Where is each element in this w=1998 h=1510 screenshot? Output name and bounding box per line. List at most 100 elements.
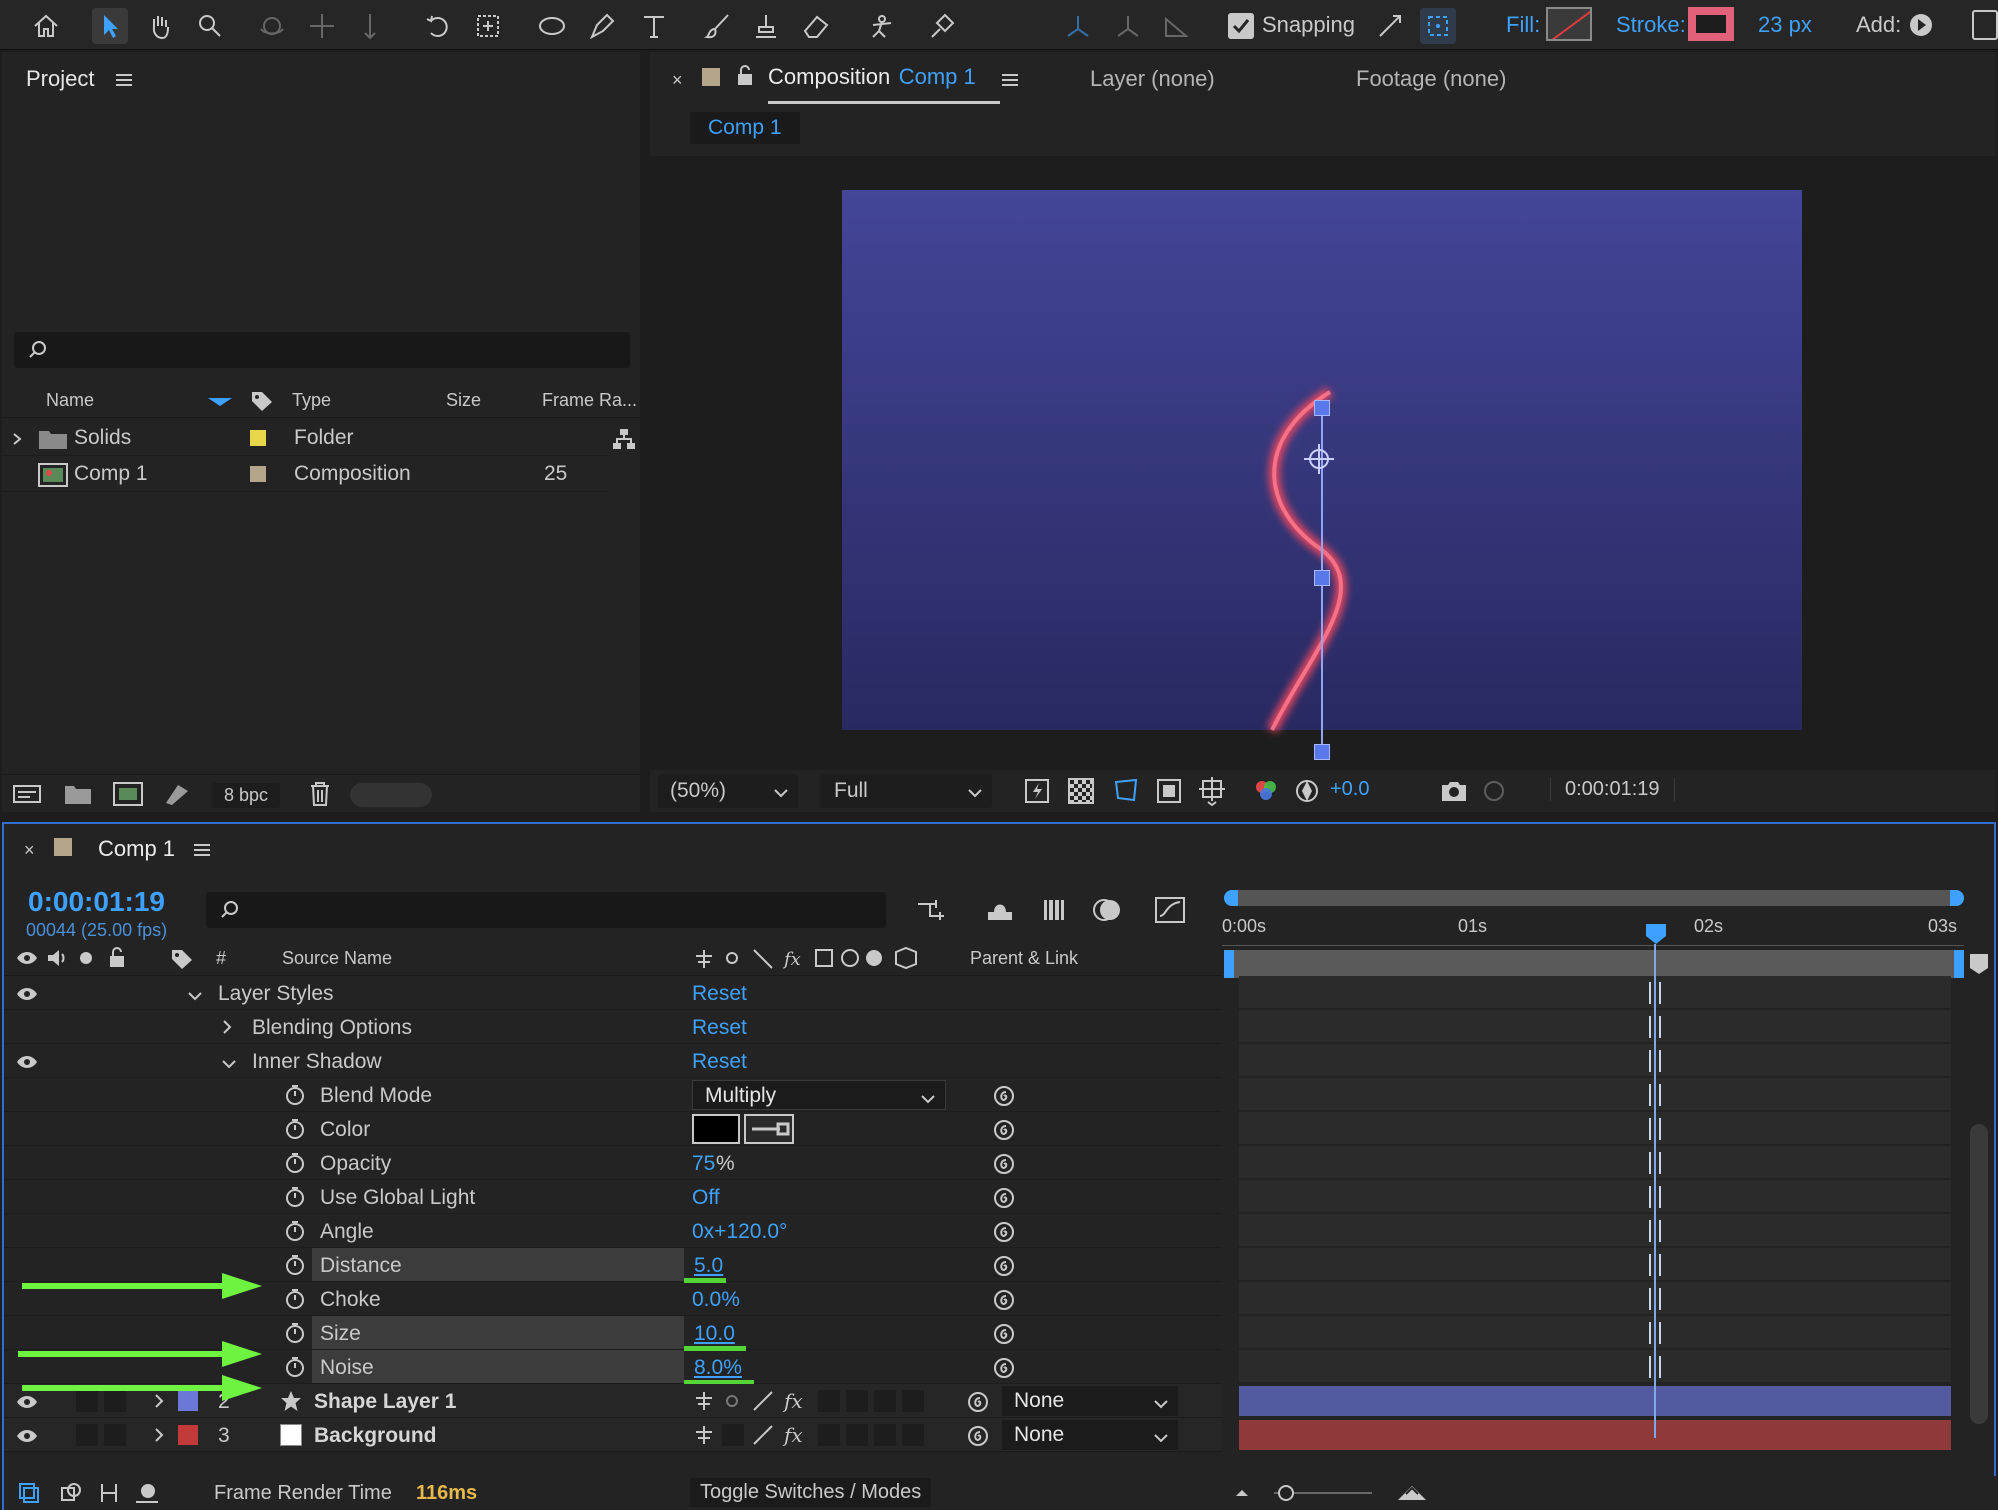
motion-blur-icon[interactable] xyxy=(1092,896,1124,924)
world-axis-icon[interactable] xyxy=(1110,8,1146,44)
home-icon[interactable] xyxy=(28,8,64,44)
path-vertex-handle[interactable] xyxy=(1314,744,1330,760)
sort-descending-icon[interactable] xyxy=(208,398,232,406)
transparency-grid-icon[interactable] xyxy=(1068,778,1094,804)
label-color-swatch[interactable] xyxy=(250,466,266,482)
comment-marker-icon[interactable] xyxy=(1968,952,1990,976)
column-type[interactable]: Type xyxy=(292,390,331,411)
close-icon[interactable]: × xyxy=(672,70,683,91)
resolution-dropdown[interactable]: Full xyxy=(820,774,992,808)
list-item[interactable]: Comp 1 Composition 25 xyxy=(2,456,608,492)
zoom-tool-icon[interactable] xyxy=(192,8,228,44)
tab-footage[interactable]: Footage (none) xyxy=(1356,66,1506,92)
graph-editor-icon[interactable] xyxy=(1154,894,1186,924)
interpret-footage-icon[interactable] xyxy=(12,783,42,805)
composition-mini-flowchart-icon[interactable] xyxy=(916,896,948,924)
dolly-camera-icon[interactable] xyxy=(352,8,388,44)
grid-guides-icon[interactable] xyxy=(1198,776,1228,807)
list-item[interactable]: Solids Folder xyxy=(2,420,608,456)
pan-behind-icon[interactable] xyxy=(470,8,506,44)
in-out-toggle-icon[interactable] xyxy=(98,1482,120,1504)
close-icon[interactable]: × xyxy=(24,840,35,861)
new-composition-icon[interactable] xyxy=(112,781,144,807)
timeline-tab-title[interactable]: Comp 1 xyxy=(98,836,175,862)
orbit-camera-icon[interactable] xyxy=(254,8,290,44)
render-time-toggle-icon[interactable] xyxy=(134,1482,160,1504)
column-parent-link[interactable]: Parent & Link xyxy=(970,948,1078,969)
lock-icon[interactable] xyxy=(736,64,754,86)
timeline-zoom-slider[interactable] xyxy=(1274,1485,1372,1501)
layer-duration-bar[interactable] xyxy=(1239,1386,1951,1416)
show-snapshot-icon[interactable] xyxy=(1480,778,1508,804)
path-vertex-handle[interactable] xyxy=(1314,400,1330,416)
view-axis-icon[interactable] xyxy=(1158,8,1194,44)
column-source-name[interactable]: Source Name xyxy=(282,948,392,969)
time-ruler[interactable]: 0:00s 01s 02s 03s xyxy=(1222,910,1964,946)
tab-layer[interactable]: Layer (none) xyxy=(1090,66,1215,92)
shy-layers-icon[interactable] xyxy=(984,896,1016,924)
column-size[interactable]: Size xyxy=(446,390,481,411)
project-search-input[interactable] xyxy=(62,336,602,364)
current-time-indicator[interactable] xyxy=(1644,922,1668,946)
pan-camera-icon[interactable] xyxy=(304,8,340,44)
exposure-reset-icon[interactable] xyxy=(1294,778,1320,804)
stroke-swatch[interactable] xyxy=(1688,7,1734,41)
panel-menu-icon[interactable] xyxy=(1002,74,1018,86)
frame-blending-icon[interactable] xyxy=(1040,896,1068,924)
puppet-pin-icon[interactable] xyxy=(924,8,960,44)
dependencies-icon[interactable] xyxy=(162,781,190,807)
column-frame-rate[interactable]: Frame Ra... xyxy=(542,390,637,411)
label-color-swatch[interactable] xyxy=(250,430,266,446)
label-tag-icon[interactable] xyxy=(250,390,274,412)
layer-duration-bar[interactable] xyxy=(1239,1420,1951,1450)
layer-switches-toggle-icon[interactable] xyxy=(18,1482,40,1504)
roto-brush-icon[interactable] xyxy=(864,8,900,44)
transfer-controls-icon[interactable] xyxy=(60,1482,82,1504)
trash-icon[interactable] xyxy=(308,781,332,807)
project-search-box[interactable] xyxy=(14,332,630,368)
column-name[interactable]: Name xyxy=(46,390,94,411)
current-time-display[interactable]: 0:00:01:19 xyxy=(1550,778,1675,801)
zoom-in-icon[interactable] xyxy=(1396,1482,1428,1502)
timeline-search-box[interactable] xyxy=(206,892,886,928)
timeline-current-time[interactable]: 0:00:01:19 xyxy=(28,886,165,918)
timeline-scrollbar[interactable] xyxy=(1970,1124,1988,1424)
thumbnail-slider[interactable] xyxy=(350,783,432,807)
composition-viewer[interactable] xyxy=(842,190,1802,750)
breadcrumb[interactable]: Comp 1 xyxy=(690,112,800,144)
stroke-width-value[interactable]: 23 px xyxy=(1758,12,1812,38)
eraser-tool-icon[interactable] xyxy=(798,8,834,44)
snapping-checkbox[interactable] xyxy=(1228,13,1254,39)
snap-edges-icon[interactable] xyxy=(1372,8,1408,44)
panel-menu-icon[interactable] xyxy=(116,74,132,86)
flowchart-icon[interactable] xyxy=(612,428,636,450)
add-menu-icon[interactable] xyxy=(1910,14,1932,36)
exposure-value[interactable]: +0.0 xyxy=(1330,778,1369,801)
work-area-bar[interactable] xyxy=(1224,950,1964,978)
snapshot-icon[interactable] xyxy=(1440,780,1468,802)
brush-tool-icon[interactable] xyxy=(700,8,736,44)
chevron-right-icon[interactable] xyxy=(12,432,22,445)
anchor-point-icon[interactable] xyxy=(1302,442,1336,476)
panel-toggle-icon[interactable] xyxy=(1972,10,1998,40)
pen-tool-icon[interactable] xyxy=(584,8,620,44)
region-of-interest-icon[interactable] xyxy=(1156,778,1182,804)
channel-icon[interactable] xyxy=(1252,778,1282,806)
fill-swatch[interactable] xyxy=(1546,7,1592,41)
rotation-tool-icon[interactable] xyxy=(420,8,456,44)
new-folder-icon[interactable] xyxy=(64,783,92,805)
selection-tool-icon[interactable] xyxy=(92,8,128,44)
fast-previews-icon[interactable] xyxy=(1024,778,1050,804)
snap-features-icon[interactable] xyxy=(1420,8,1456,44)
panel-menu-icon[interactable] xyxy=(194,844,210,856)
toggle-switches-modes-button[interactable]: Toggle Switches / Modes xyxy=(690,1478,932,1507)
local-axis-icon[interactable] xyxy=(1060,8,1096,44)
time-navigator[interactable] xyxy=(1224,890,1964,906)
clone-stamp-icon[interactable] xyxy=(748,8,784,44)
hand-tool-icon[interactable] xyxy=(142,8,178,44)
path-vertex-handle[interactable] xyxy=(1314,570,1330,586)
zoom-dropdown[interactable]: (50%) xyxy=(658,774,798,808)
ellipse-tool-icon[interactable] xyxy=(534,8,570,44)
tab-composition[interactable]: Composition Comp 1 xyxy=(768,64,1000,104)
bpc-button[interactable]: 8 bpc xyxy=(212,783,281,808)
